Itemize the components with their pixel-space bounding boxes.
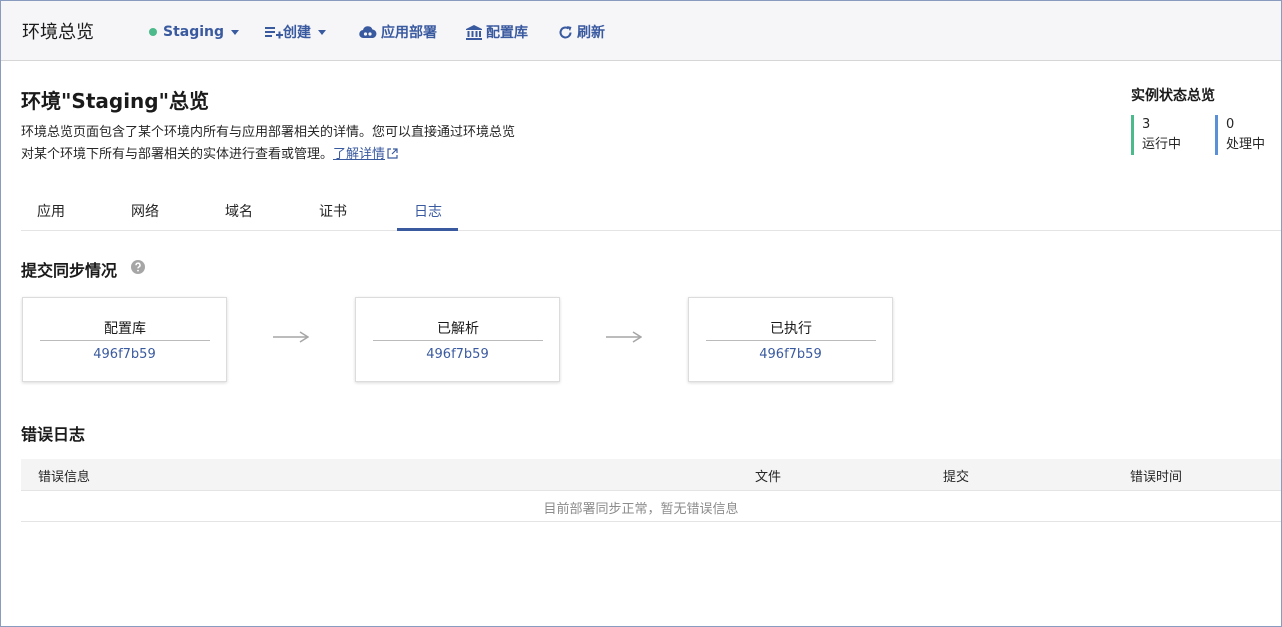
tab-apps[interactable]: 应用 [21,201,81,221]
playlist-add-icon [265,27,283,39]
tab-certificate[interactable]: 证书 [303,201,363,221]
sync-card-label: 配置库 [40,318,210,341]
chevron-down-icon [318,29,326,35]
cloud-deploy-icon [359,26,377,39]
processing-label: 处理中 [1226,137,1266,152]
description-line-2-text: 对某个环境下所有与部署相关的实体进行查看或管理。 [21,147,334,162]
sync-card-label: 已执行 [706,318,876,341]
app-deploy-button[interactable]: 应用部署 [359,22,437,42]
commit-hash-link[interactable]: 496f7b59 [23,347,226,362]
refresh-label: 刷新 [577,25,605,41]
active-tab-indicator [397,228,458,231]
help-icon[interactable] [131,260,145,274]
error-log-table-header: 错误信息 文件 提交 错误时间 [21,459,1281,491]
description-line-2: 对某个环境下所有与部署相关的实体进行查看或管理。了解详情 [21,144,561,166]
sync-card-repo: 配置库 496f7b59 [22,297,227,382]
arrow-right-icon [606,331,642,343]
create-button[interactable]: 创建 [265,22,326,42]
top-toolbar: 环境总览 Staging 创建 应用部署 配置库 刷新 [1,1,1281,61]
description-line-1: 环境总览页面包含了某个环境内所有与应用部署相关的详情。您可以直接通过环境总览 [21,125,516,140]
environment-selector[interactable]: Staging [149,22,240,42]
error-log-title: 错误日志 [21,425,86,444]
page-description: 环境总览页面包含了某个环境内所有与应用部署相关的详情。您可以直接通过环境总览 对… [21,122,561,166]
commit-hash-link[interactable]: 496f7b59 [356,347,559,362]
tab-logs[interactable]: 日志 [398,201,458,221]
column-header-error-time: 错误时间 [1130,470,1183,485]
environment-selector-label: Staging [163,24,225,40]
config-repo-button[interactable]: 配置库 [466,22,528,42]
sync-card-parsed: 已解析 496f7b59 [355,297,560,382]
config-repo-label: 配置库 [486,25,528,41]
column-header-file: 文件 [755,470,782,485]
bank-icon [466,24,482,40]
sync-section-title: 提交同步情况 [21,261,118,280]
running-label: 运行中 [1142,137,1182,152]
processing-count: 0 [1226,117,1235,132]
tab-bar: 应用 网络 域名 证书 日志 [21,191,1281,231]
tab-network[interactable]: 网络 [115,201,175,221]
column-header-commit: 提交 [943,470,970,485]
arrow-right-icon [273,331,309,343]
sync-card-label: 已解析 [373,318,543,341]
commit-hash-link[interactable]: 496f7b59 [689,347,892,362]
external-link-icon [387,148,398,159]
chevron-down-icon [231,29,240,35]
tab-domain[interactable]: 域名 [209,201,269,221]
app-deploy-label: 应用部署 [381,25,437,41]
instance-status-title: 实例状态总览 [1131,88,1215,104]
learn-more-link[interactable]: 了解详情 [333,147,398,162]
sync-card-executed: 已执行 496f7b59 [688,297,893,382]
empty-state-text: 目前部署同步正常，暂无错误信息 [543,502,739,517]
create-button-label: 创建 [283,25,311,41]
table-empty-row: 目前部署同步正常，暂无错误信息 [21,491,1281,522]
refresh-button[interactable]: 刷新 [558,22,605,42]
column-header-message: 错误信息 [38,470,91,485]
page-title: 环境"Staging"总览 [21,89,210,113]
learn-more-label: 了解详情 [333,147,386,162]
running-count-stat: 3 运行中 [1131,115,1181,155]
running-count: 3 [1142,117,1151,132]
processing-count-stat: 0 处理中 [1215,115,1265,155]
status-dot-icon [149,28,157,36]
refresh-icon [559,25,572,38]
app-window: 环境总览 Staging 创建 应用部署 配置库 刷新 环境"Staging"总… [0,0,1282,627]
page-header-title: 环境总览 [22,22,94,43]
